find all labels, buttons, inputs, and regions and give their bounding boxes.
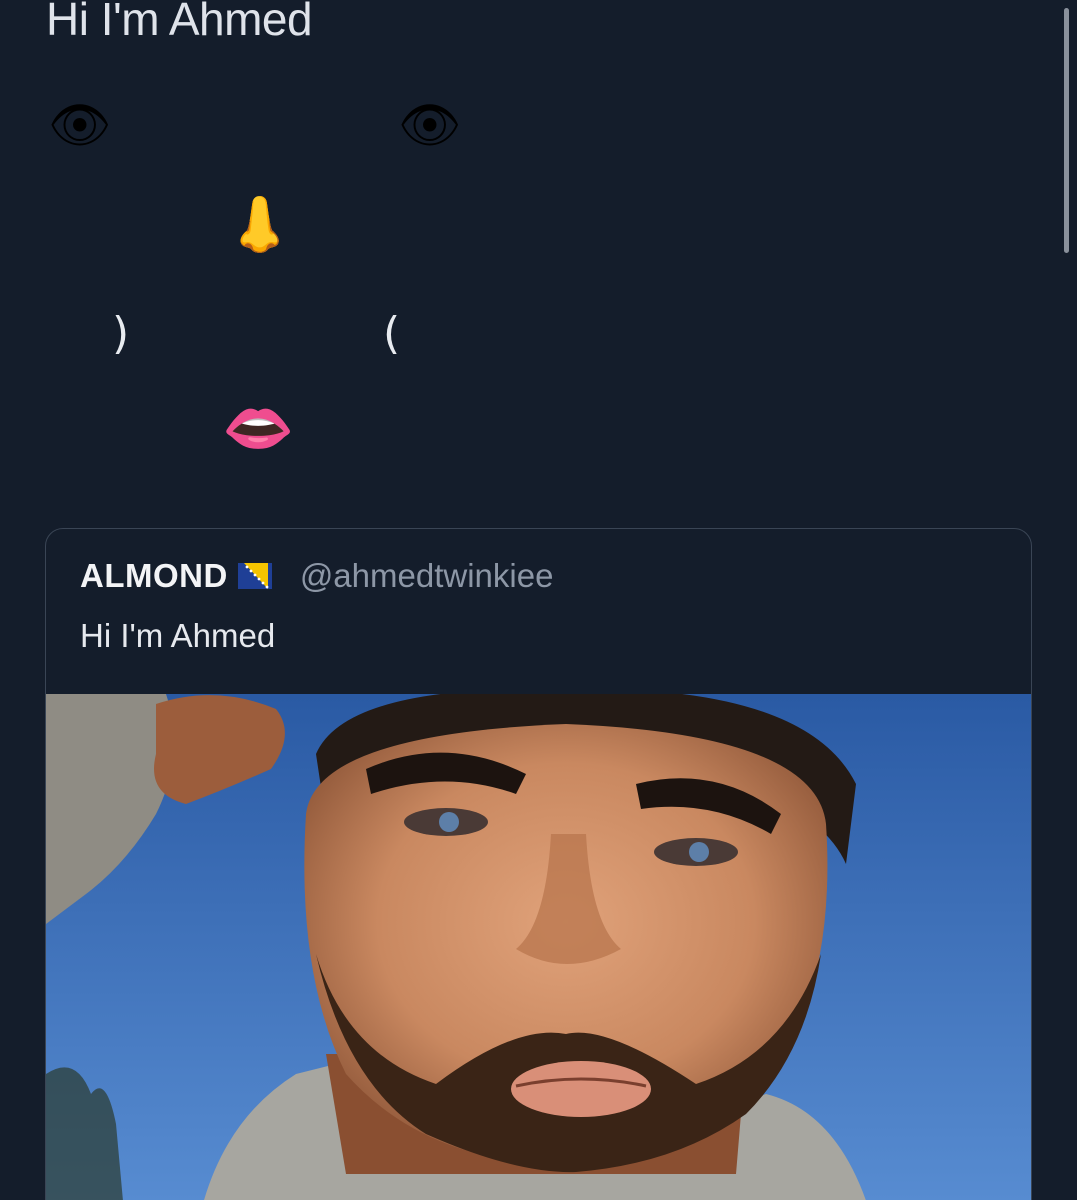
quoted-tweet-header: ALMOND @ahmedtwinkiee bbox=[80, 557, 553, 595]
right-cheek-paren: ( bbox=[383, 308, 401, 359]
left-eye-emoji: 👁 bbox=[48, 97, 112, 153]
quoted-tweet-text: Hi I'm Ahmed bbox=[80, 617, 276, 654]
tweet-screen: Hi I'm Ahmed 👁 👁 👃 ) ( 👄 ALMOND @ahmedtw… bbox=[0, 0, 1077, 1200]
display-name[interactable]: ALMOND bbox=[80, 557, 228, 595]
left-cheek-paren: ) bbox=[112, 308, 130, 359]
selfie-photo[interactable] bbox=[46, 694, 1031, 1200]
mouth-emoji: 👄 bbox=[222, 396, 295, 461]
scrollbar[interactable] bbox=[1064, 8, 1069, 253]
tweet-text: Hi I'm Ahmed bbox=[46, 0, 313, 45]
right-eye-emoji: 👁 bbox=[398, 97, 462, 153]
user-handle[interactable]: @ahmedtwinkiee bbox=[300, 557, 554, 595]
bosnia-flag-icon bbox=[237, 563, 272, 589]
quoted-tweet-card[interactable]: ALMOND @ahmedtwinkiee Hi I'm Ahmed bbox=[45, 528, 1032, 1200]
nose-emoji: 👃 bbox=[226, 195, 294, 255]
